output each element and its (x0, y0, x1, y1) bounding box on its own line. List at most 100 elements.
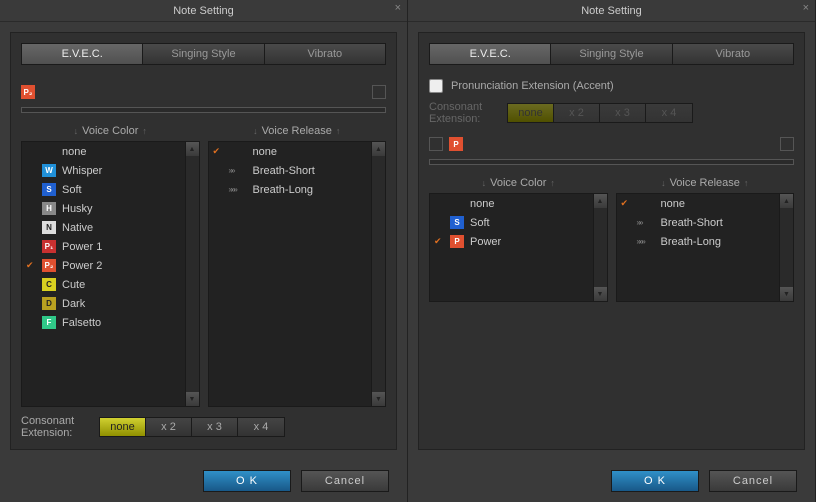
item-label: none (661, 198, 685, 210)
item-label: Power 1 (62, 241, 102, 253)
tab-vibrato[interactable]: Vibrato (265, 44, 385, 64)
item-label: none (62, 146, 86, 158)
tab-singing-style[interactable]: Singing Style (143, 44, 264, 64)
item-label: Power (470, 236, 501, 248)
color-chip: W (42, 164, 56, 177)
list-item[interactable]: CCute (22, 275, 185, 294)
cancel-button[interactable]: Cancel (709, 470, 797, 492)
ext-none[interactable]: none (100, 418, 146, 436)
scroll-up-icon[interactable]: ▲ (594, 194, 607, 208)
dialog-buttons: O K Cancel (408, 460, 815, 502)
ext-label: Consonant Extension: (429, 101, 497, 125)
color-chip: P (450, 235, 464, 248)
close-icon[interactable]: × (803, 2, 809, 14)
list-item[interactable]: ✔none (209, 142, 372, 161)
list-item[interactable]: DDark (22, 294, 185, 313)
slider-row (429, 159, 794, 165)
tab-singing-style[interactable]: Singing Style (551, 44, 672, 64)
list-item[interactable]: ✔ P Power (430, 232, 593, 251)
ok-button[interactable]: O K (611, 470, 699, 492)
list-item[interactable]: ✔P₂Power 2 (22, 256, 185, 275)
color-chip: S (450, 216, 464, 229)
item-label: Cute (62, 279, 85, 291)
scroll-down-icon[interactable]: ▼ (186, 392, 199, 406)
ext-x3[interactable]: x 3 (192, 418, 238, 436)
item-label: Husky (62, 203, 93, 215)
item-label: Dark (62, 298, 85, 310)
chevron-down-icon: ↓ (482, 178, 487, 188)
tab-bar: E.V.E.C. Singing Style Vibrato (429, 43, 794, 65)
tab-bar: E.V.E.C. Singing Style Vibrato (21, 43, 386, 65)
voice-release-panel: ↓ Voice Release ↑ ✔none»»Breath-Short»»»… (616, 173, 795, 302)
item-label: Breath-Long (661, 236, 722, 248)
ext-x2[interactable]: x 2 (554, 104, 600, 122)
list-item[interactable]: W Whisper (22, 161, 185, 180)
voice-release-header: ↓ Voice Release ↑ (208, 121, 387, 141)
current-color-chip: P₂ (21, 85, 35, 99)
check-icon: ✔ (434, 236, 444, 247)
scroll-down-icon[interactable]: ▼ (780, 287, 793, 301)
check-icon: ✔ (621, 198, 631, 209)
ext-x4[interactable]: x 4 (238, 418, 284, 436)
chevron-up-icon: ↑ (550, 178, 555, 188)
ok-button[interactable]: O K (203, 470, 291, 492)
color-chip: N (42, 221, 56, 234)
release-chip-empty (372, 85, 386, 99)
release-chip-empty (780, 137, 794, 151)
scrollbar[interactable]: ▲ ▼ (185, 142, 199, 406)
chevron-down-icon: ↓ (661, 178, 666, 188)
list-item[interactable]: ✔ none (617, 194, 780, 213)
ext-none[interactable]: none (508, 104, 554, 122)
list-item[interactable]: none (22, 142, 185, 161)
range-slider[interactable] (21, 107, 386, 113)
chevron-down-icon: ↓ (74, 126, 79, 136)
scrollbar[interactable]: ▲ ▼ (593, 194, 607, 301)
chevron-up-icon: ↑ (744, 178, 749, 188)
tab-vibrato[interactable]: Vibrato (673, 44, 793, 64)
scrollbar[interactable]: ▲ ▼ (371, 142, 385, 406)
color-indicator-row: P (429, 137, 794, 151)
accent-checkbox[interactable] (429, 79, 443, 93)
ext-segmented: none x 2 x 3 x 4 (507, 103, 693, 123)
list-item[interactable]: P₁Power 1 (22, 237, 185, 256)
chevron-down-icon: ↓ (253, 126, 258, 136)
voice-color-panel: ↓ Voice Color ↑ noneSSoft✔PPower ▲ ▼ (429, 173, 608, 302)
voice-release-list: ✔none»»Breath-Short»»»Breath-Long ▲ ▼ (208, 141, 387, 407)
close-icon[interactable]: × (395, 2, 401, 14)
consonant-extension-row: Consonant Extension: none x 2 x 3 x 4 (429, 101, 794, 125)
list-item[interactable]: none (430, 194, 593, 213)
item-label: Whisper (62, 165, 102, 177)
scroll-up-icon[interactable]: ▲ (372, 142, 385, 156)
list-item[interactable]: FFalsetto (22, 313, 185, 332)
tab-evec[interactable]: E.V.E.C. (22, 44, 143, 64)
item-label: Soft (62, 184, 82, 196)
item-label: Native (62, 222, 93, 234)
list-item[interactable]: »»Breath-Short (617, 213, 780, 232)
item-label: Breath-Long (253, 184, 314, 196)
list-item[interactable]: »»»Breath-Long (209, 180, 372, 199)
consonant-extension-row: Consonant Extension: none x 2 x 3 x 4 (21, 415, 386, 439)
breath-arrows-icon: »»» (637, 237, 655, 246)
scroll-down-icon[interactable]: ▼ (594, 287, 607, 301)
list-item[interactable]: »»» Breath-Long (617, 232, 780, 251)
ext-x4[interactable]: x 4 (646, 104, 692, 122)
scrollbar[interactable]: ▲ ▼ (779, 194, 793, 301)
list-item[interactable]: »»Breath-Short (209, 161, 372, 180)
titlebar: Note Setting × (408, 0, 815, 22)
list-item[interactable]: N Native (22, 218, 185, 237)
scroll-up-icon[interactable]: ▲ (186, 142, 199, 156)
titlebar: Note Setting × (0, 0, 407, 22)
list-item[interactable]: SSoft (22, 180, 185, 199)
ext-x2[interactable]: x 2 (146, 418, 192, 436)
list-item[interactable]: H Husky (22, 199, 185, 218)
cancel-button[interactable]: Cancel (301, 470, 389, 492)
range-slider[interactable] (429, 159, 794, 165)
color-chip: H (42, 202, 56, 215)
ext-x3[interactable]: x 3 (600, 104, 646, 122)
list-item[interactable]: SSoft (430, 213, 593, 232)
scroll-down-icon[interactable]: ▼ (372, 392, 385, 406)
breath-arrows-icon: »» (637, 218, 655, 227)
scroll-up-icon[interactable]: ▲ (780, 194, 793, 208)
prev-chip-empty (429, 137, 443, 151)
tab-evec[interactable]: E.V.E.C. (430, 44, 551, 64)
